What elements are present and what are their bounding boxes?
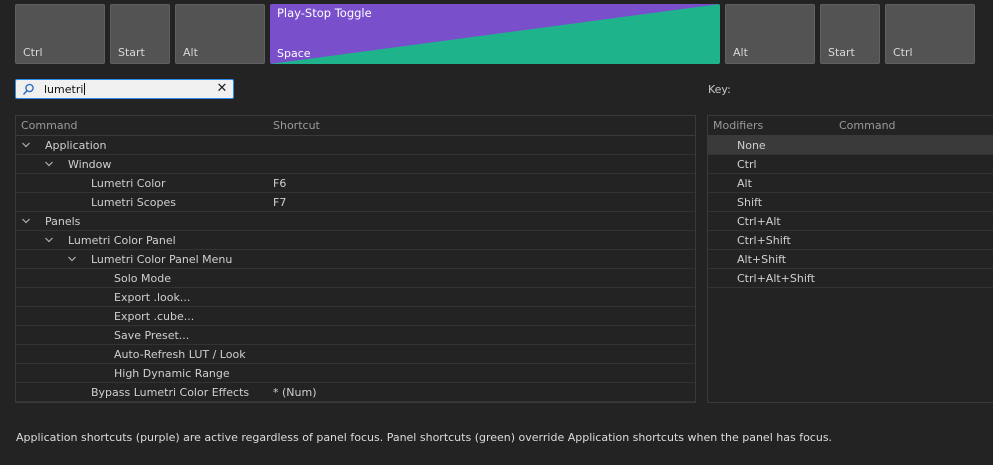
key-command-label: Play-Stop Toggle bbox=[277, 6, 372, 20]
modifiers-table-header: Modifiers Command bbox=[708, 116, 993, 136]
command-label: Save Preset... bbox=[114, 329, 190, 342]
shortcut-value[interactable]: F7 bbox=[273, 196, 286, 209]
key-label: Space bbox=[277, 47, 311, 60]
modifier-row[interactable]: Alt bbox=[708, 174, 993, 193]
table-row[interactable]: High Dynamic Range bbox=[16, 364, 695, 383]
key-label: Ctrl bbox=[893, 46, 913, 59]
command-label: Lumetri Color Panel Menu bbox=[91, 253, 233, 266]
modifier-label: Alt+Shift bbox=[737, 253, 787, 266]
command-label: Solo Mode bbox=[114, 272, 171, 285]
table-row[interactable]: Export .look... bbox=[16, 288, 695, 307]
table-row[interactable]: Solo Mode bbox=[16, 269, 695, 288]
key-start-right[interactable]: Start bbox=[820, 4, 880, 64]
footer-help-text: Application shortcuts (purple) are activ… bbox=[16, 431, 833, 444]
modifier-label: Ctrl+Alt+Shift bbox=[737, 272, 815, 285]
table-row[interactable]: Lumetri Color Panel Menu bbox=[16, 250, 695, 269]
close-icon[interactable]: ✕ bbox=[215, 81, 229, 97]
table-row[interactable]: Auto-Refresh LUT / Look bbox=[16, 345, 695, 364]
key-label: Start bbox=[118, 46, 145, 59]
commands-table: Command Shortcut Application Window Lumetr… bbox=[15, 115, 696, 403]
table-row[interactable]: Window bbox=[16, 155, 695, 174]
chevron-down-icon[interactable] bbox=[44, 235, 54, 245]
commands-table-header: Command Shortcut bbox=[16, 116, 695, 136]
command-label: Window bbox=[68, 158, 112, 171]
key-ctrl-right[interactable]: Ctrl bbox=[885, 4, 975, 64]
command-label: Lumetri Scopes bbox=[91, 196, 177, 209]
column-header-command: Command bbox=[839, 119, 896, 132]
chevron-down-icon[interactable] bbox=[67, 254, 77, 264]
key-label: Alt bbox=[733, 46, 748, 59]
search-value: lumetri bbox=[44, 83, 86, 96]
table-row[interactable]: Bypass Lumetri Color Effects * (Num) bbox=[16, 383, 695, 402]
command-label: Lumetri Color Panel bbox=[68, 234, 176, 247]
modifier-row[interactable]: Ctrl+Shift bbox=[708, 231, 993, 250]
modifiers-table: Modifiers Command None Ctrl Alt Shift Ctrl+A… bbox=[707, 115, 993, 403]
key-label: Ctrl bbox=[23, 46, 43, 59]
modifier-label: Shift bbox=[737, 196, 763, 209]
table-row[interactable]: Lumetri Scopes F7 bbox=[16, 193, 695, 212]
modifier-row[interactable]: Alt+Shift bbox=[708, 250, 993, 269]
commands-table-body: Application Window Lumetri Color F6 Lumetri … bbox=[16, 136, 695, 402]
modifier-row[interactable]: Shift bbox=[708, 193, 993, 212]
table-row[interactable]: Lumetri Color Panel bbox=[16, 231, 695, 250]
key-label: Start bbox=[828, 46, 855, 59]
search-icon bbox=[22, 83, 34, 96]
key-space[interactable]: Play-Stop Toggle Space bbox=[270, 4, 720, 64]
modifier-label: Ctrl+Shift bbox=[737, 234, 791, 247]
key-ctrl-left[interactable]: Ctrl bbox=[15, 4, 105, 64]
command-label: Application bbox=[45, 139, 107, 152]
shortcut-value[interactable]: F6 bbox=[273, 177, 286, 190]
modifier-row[interactable]: Ctrl+Alt+Shift bbox=[708, 269, 993, 288]
modifier-label: Ctrl bbox=[737, 158, 757, 171]
command-label: Panels bbox=[45, 215, 81, 228]
column-header-shortcut[interactable]: Shortcut bbox=[273, 119, 320, 132]
chevron-down-icon[interactable] bbox=[21, 216, 31, 226]
chevron-down-icon[interactable] bbox=[21, 140, 31, 150]
modifier-label: Ctrl+Alt bbox=[737, 215, 781, 228]
table-row[interactable]: Lumetri Color F6 bbox=[16, 174, 695, 193]
command-label: Lumetri Color bbox=[91, 177, 166, 190]
key-start-left[interactable]: Start bbox=[110, 4, 170, 64]
table-row[interactable]: Save Preset... bbox=[16, 326, 695, 345]
key-alt-left[interactable]: Alt bbox=[175, 4, 265, 64]
command-label: High Dynamic Range bbox=[114, 367, 230, 380]
command-label: Export .cube... bbox=[114, 310, 195, 323]
shortcut-value[interactable]: * (Num) bbox=[273, 386, 317, 399]
key-label: Alt bbox=[183, 46, 198, 59]
command-label: Bypass Lumetri Color Effects bbox=[91, 386, 250, 399]
command-label: Export .look... bbox=[114, 291, 191, 304]
column-header-command[interactable]: Command bbox=[21, 119, 78, 132]
key-panel-title: Key: bbox=[708, 83, 731, 96]
modifiers-table-body: None Ctrl Alt Shift Ctrl+Alt Ctrl+Shift Alt+Sh… bbox=[708, 136, 993, 288]
key-alt-right[interactable]: Alt bbox=[725, 4, 815, 64]
table-row[interactable]: Panels bbox=[16, 212, 695, 231]
table-row[interactable]: Application bbox=[16, 136, 695, 155]
modifier-row[interactable]: None bbox=[708, 136, 993, 155]
modifier-row[interactable]: Ctrl bbox=[708, 155, 993, 174]
column-header-modifiers: Modifiers bbox=[713, 119, 764, 132]
modifier-row[interactable]: Ctrl+Alt bbox=[708, 212, 993, 231]
modifier-label: None bbox=[737, 139, 766, 152]
chevron-down-icon[interactable] bbox=[44, 159, 54, 169]
search-input[interactable]: lumetri ✕ bbox=[15, 79, 234, 99]
modifier-label: Alt bbox=[737, 177, 752, 190]
command-label: Auto-Refresh LUT / Look bbox=[114, 348, 246, 361]
table-row[interactable]: Export .cube... bbox=[16, 307, 695, 326]
